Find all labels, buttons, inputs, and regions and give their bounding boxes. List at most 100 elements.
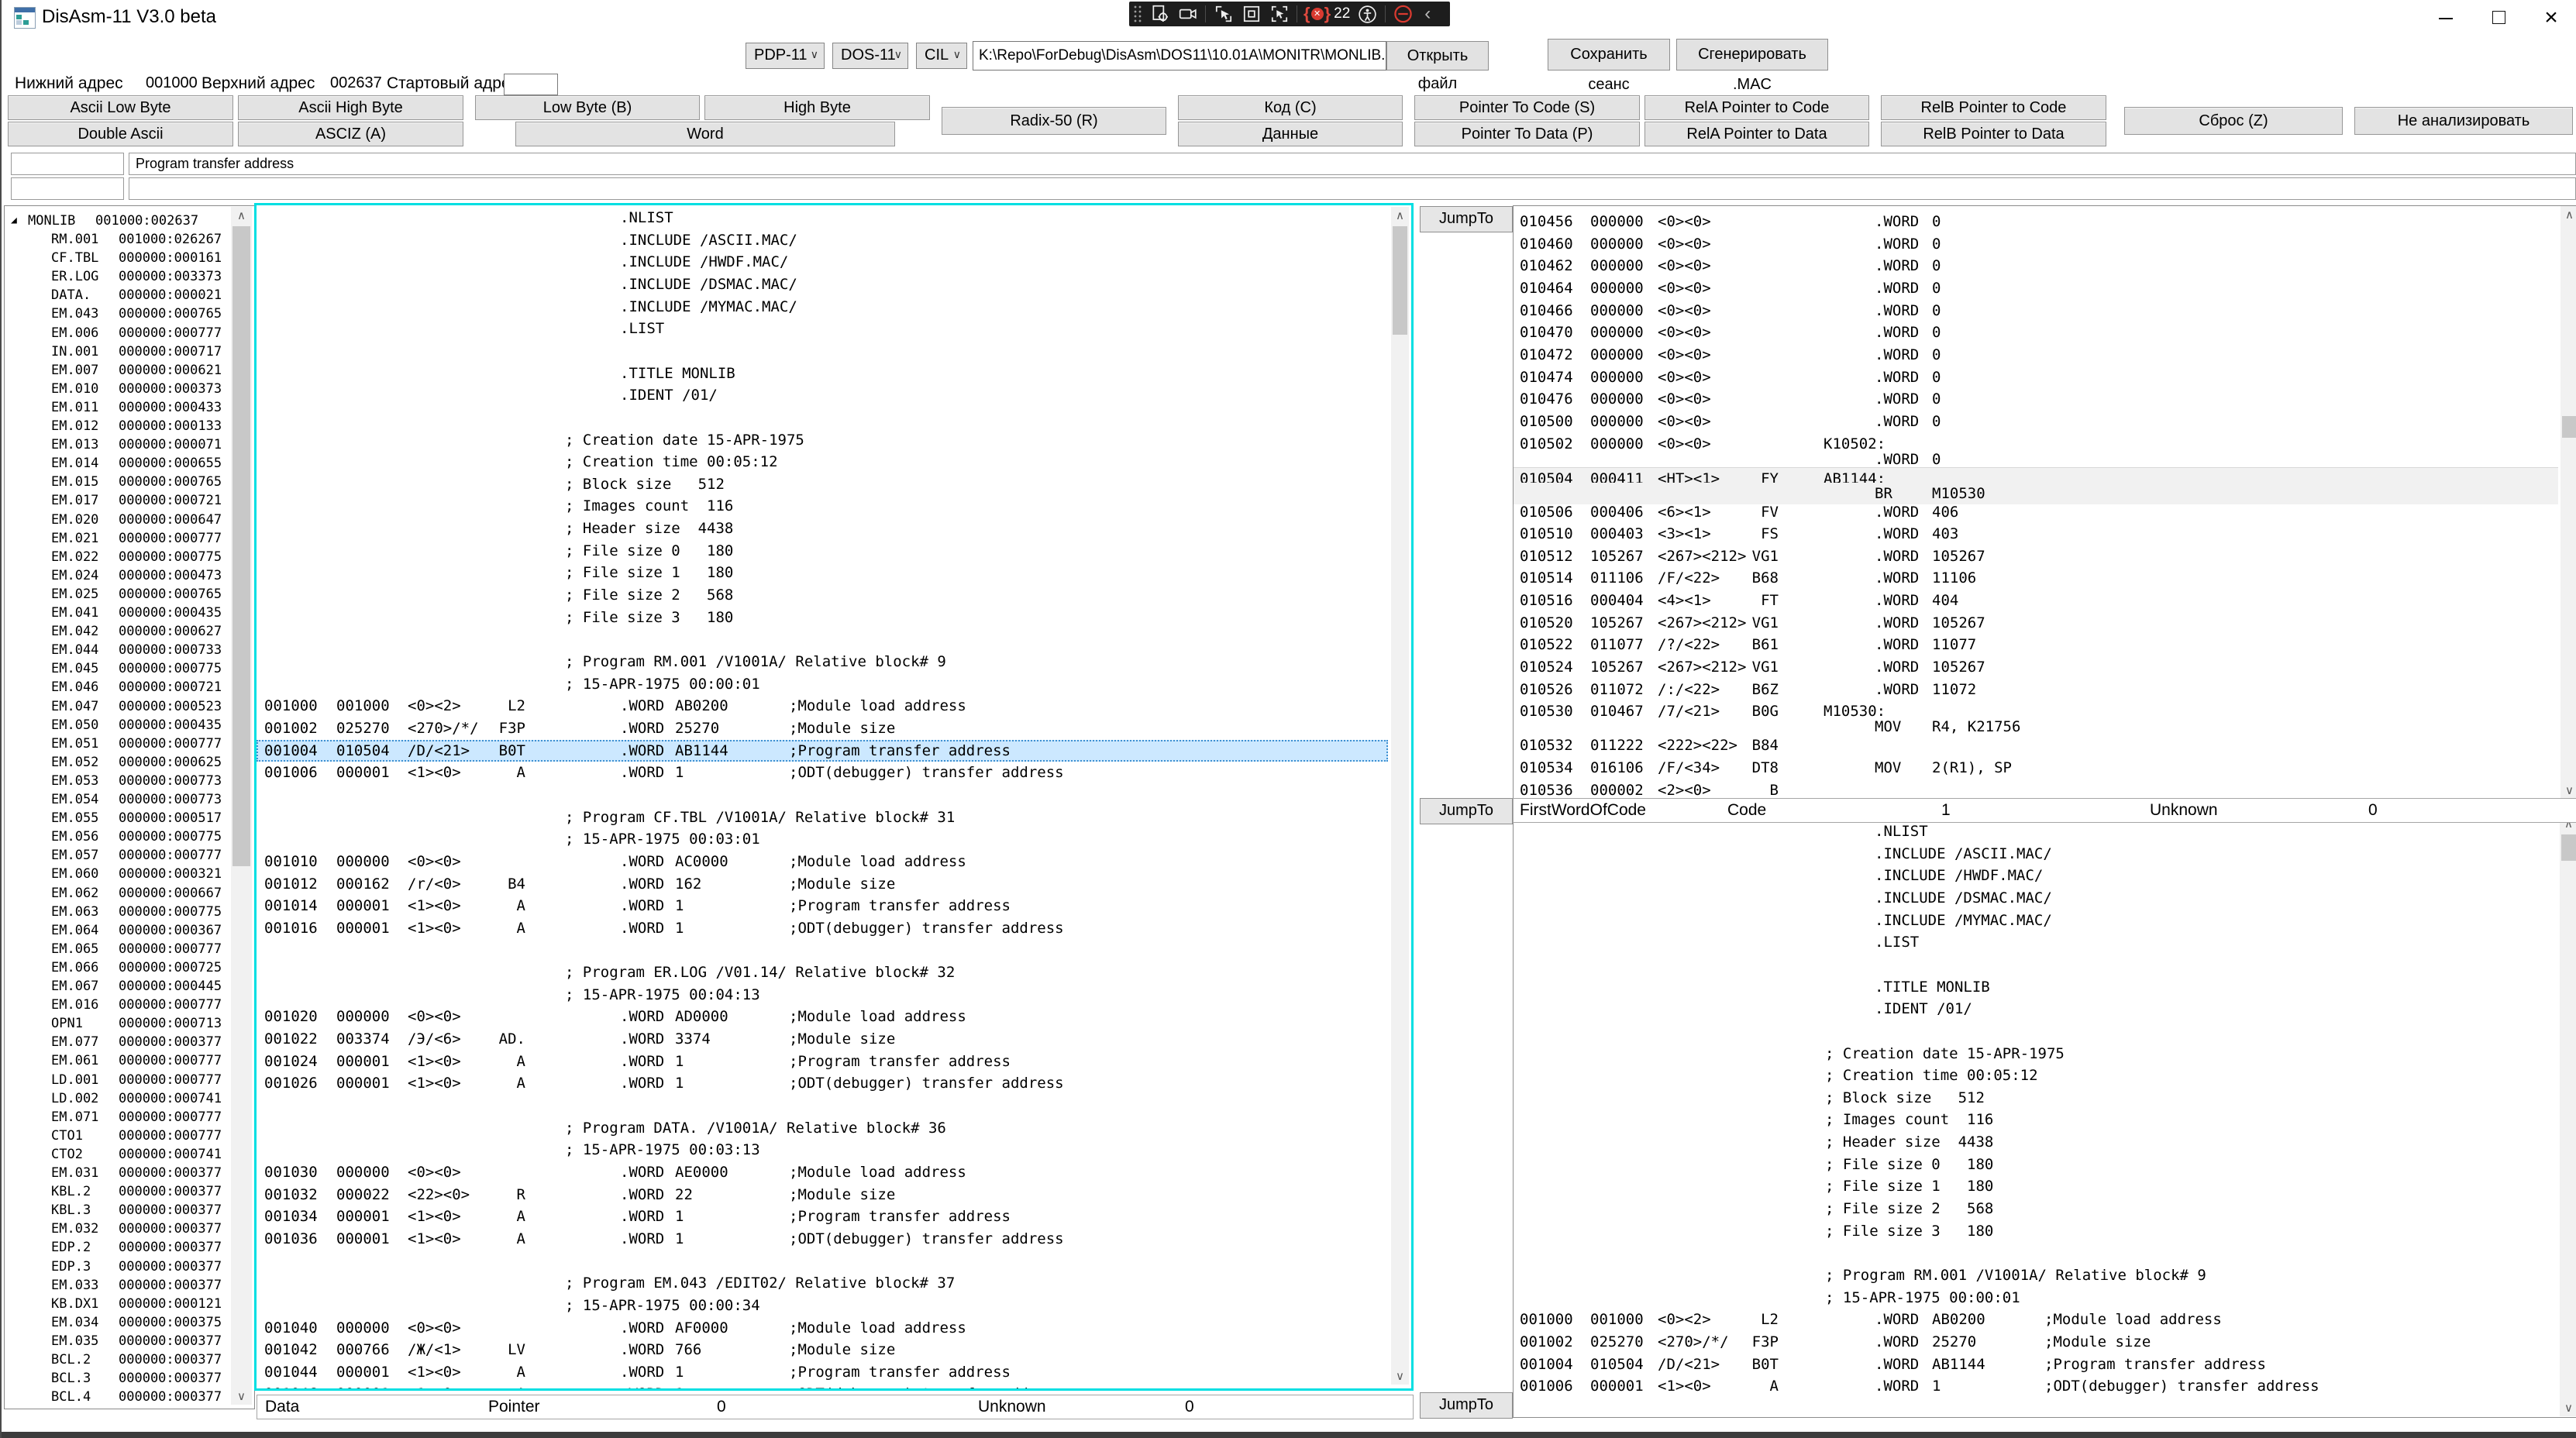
tree-item[interactable]: EM.065000000:000777 [5,940,254,958]
listing-line[interactable] [257,784,1388,806]
listing-line[interactable] [257,407,1388,428]
listing-line[interactable]: .INCLUDE /HWDF.MAC/ [1514,865,2558,886]
tree-item[interactable]: EM.034000000:000375 [5,1313,254,1332]
tree-item[interactable]: OPN1000000:000713 [5,1014,254,1033]
collapse-toolbar-icon[interactable]: ‹ [1424,3,1431,25]
listing-line[interactable]: 001010000000<0><0>.WORDAC0000;Module loa… [257,851,1388,872]
data-button[interactable]: Данные [1178,122,1403,146]
listing-line[interactable]: ; Program RM.001 /V1001A/ Relative block… [257,651,1388,673]
listing-line[interactable]: 010534016106/F/<34>DT8MOV2(R1), SP [1514,757,2558,779]
tree-item[interactable]: BCL.5000000:000377 [5,1406,254,1409]
tree-item[interactable]: EM.020000000:000647 [5,511,254,529]
window-select-icon[interactable] [1241,4,1262,24]
tree-item[interactable]: EM.057000000:000777 [5,846,254,865]
tree-item[interactable]: EM.053000000:000773 [5,772,254,790]
tree-item[interactable]: EM.016000000:000777 [5,996,254,1014]
scroll-up-icon[interactable]: ∧ [2561,208,2576,222]
low-byte-button[interactable]: Low Byte (B) [475,95,700,120]
listing-line[interactable]: ; File size 2 568 [1514,1198,2558,1220]
listing-line[interactable]: ; 15-APR-1975 00:04:13 [257,984,1388,1006]
tree-item[interactable]: CF.TBL000000:000161 [5,249,254,267]
listing-line[interactable]: 010456000000<0><0>.WORD0 [1514,211,2558,232]
jump-to-button-bottom[interactable]: JumpTo [1420,1392,1513,1419]
scroll-down-icon[interactable]: ∨ [2561,783,2576,797]
tree-root[interactable]: ◢ MONLIB 001000:002637 [5,212,254,230]
tree-item[interactable]: EM.024000000:000473 [5,566,254,585]
tree-item[interactable]: EM.021000000:000777 [5,529,254,548]
center-scrollbar[interactable]: ∧ ∨ [1391,207,1409,1385]
listing-line[interactable]: 001032000022<22><0>R.WORD22;Module size [257,1184,1388,1206]
rela-pointer-to-code-button[interactable]: RelA Pointer to Code [1644,95,1869,120]
listing-line[interactable]: .INCLUDE /MYMAC.MAC/ [257,296,1388,318]
tree-item[interactable]: KBL.3000000:000377 [5,1201,254,1220]
screen-select-icon[interactable] [1269,4,1290,24]
tree-item[interactable]: EM.061000000:000777 [5,1051,254,1070]
start-address-input[interactable] [504,74,558,95]
listing-line[interactable]: .INCLUDE /HWDF.MAC/ [257,251,1388,273]
comment-field[interactable]: Program transfer address [129,153,2576,175]
tree-item[interactable]: BCL.2000000:000377 [5,1350,254,1369]
listing-line[interactable]: ; File size 1 180 [1514,1175,2558,1197]
listing-line[interactable]: 010536000002<2><0>B [1514,779,2558,799]
listing-line[interactable]: .INCLUDE /DSMAC.MAC/ [1514,887,2558,909]
asciz-button[interactable]: ASCIZ (A) [238,122,463,146]
radix50-button[interactable]: Radix-50 (R) [942,107,1166,135]
tree-item[interactable]: CTO2000000:000741 [5,1145,254,1164]
listing-line[interactable]: 001000001000<0><2>L2.WORDAB0200;Module l… [257,695,1388,717]
listing-line[interactable]: .INCLUDE /ASCII.MAC/ [1514,843,2558,865]
listing-line[interactable]: ; Block size 512 [257,473,1388,495]
tree-item[interactable]: EM.047000000:000523 [5,697,254,716]
word-button[interactable]: Word [515,122,895,146]
tree-item[interactable]: EM.017000000:000721 [5,491,254,510]
os-select[interactable]: DOS-11 ∨ [832,43,908,69]
tree-item[interactable]: RM.001001000:026267 [5,230,254,249]
listing-line[interactable]: .NLIST [1514,820,2558,842]
listing-line[interactable]: 001044000001<1><0>A.WORD1;Program transf… [257,1361,1388,1383]
listing-line[interactable]: ; 15-APR-1975 00:00:01 [257,673,1388,695]
listing-line[interactable] [1514,954,2558,975]
tree-item[interactable]: KB.DX1000000:000121 [5,1295,254,1313]
listing-line[interactable]: 010500000000<0><0>.WORD0 [1514,411,2558,432]
listing-line[interactable]: 001002025270<270>/*/F3P.WORD25270;Module… [1514,1331,2558,1353]
listing-line[interactable]: 001034000001<1><0>A.WORD1;Program transf… [257,1206,1388,1227]
listing-line[interactable]: ; File size 3 180 [1514,1220,2558,1242]
listing-line[interactable]: 010524105267<267><212>VG1.WORD105267 [1514,656,2558,678]
tree-item[interactable]: BCL.3000000:000377 [5,1369,254,1388]
tree-item[interactable]: EDP.3000000:000377 [5,1257,254,1276]
listing-line[interactable]: ; File size 2 568 [257,584,1388,606]
listing-line[interactable]: 001016000001<1><0>A.WORD1;ODT(debugger) … [257,917,1388,939]
tree-item[interactable]: EM.044000000:000733 [5,641,254,659]
code-button[interactable]: Код (C) [1178,95,1403,120]
tree-item[interactable]: IN.001000000:000717 [5,342,254,361]
listing-line[interactable]: ; File size 0 180 [257,540,1388,562]
listing-line[interactable]: 001020000000<0><0>.WORDAD0000;Module loa… [257,1006,1388,1027]
record-video-icon[interactable] [1177,4,1198,24]
listing-line[interactable]: 001042000766/Ж/<1>LV.WORD766;Module size [257,1339,1388,1361]
listing-line[interactable] [257,939,1388,961]
listing-line[interactable]: ; Program CF.TBL /V1001A/ Relative block… [257,807,1388,828]
listing-line[interactable]: 001014000001<1><0>A.WORD1;Program transf… [257,895,1388,917]
file-path-input[interactable]: K:\Repo\ForDebug\DisAsm\DOS11\10.01A\MON… [973,41,1386,71]
error-badge[interactable]: { ✕ } 22 [1303,4,1350,24]
tree-item[interactable]: EM.046000000:000721 [5,678,254,697]
listing-line[interactable]: 010476000000<0><0>.WORD0 [1514,388,2558,410]
format-select[interactable]: CIL ∨ [916,43,967,69]
listing-line[interactable]: 010466000000<0><0>.WORD0 [1514,300,2558,322]
listing-line[interactable]: .IDENT /01/ [257,384,1388,406]
listing-line[interactable]: 010472000000<0><0>.WORD0 [1514,344,2558,366]
listing-line[interactable]: 010532011222<222><22>B84 [1514,734,2558,756]
accessibility-icon[interactable] [1357,4,1378,24]
listing-line[interactable]: 001030000000<0><0>.WORDAE0000;Module loa… [257,1161,1388,1183]
tree-item[interactable]: EM.010000000:000373 [5,380,254,398]
listing-line[interactable]: 001036000001<1><0>A.WORD1;ODT(debugger) … [257,1228,1388,1250]
tree-item[interactable]: EM.012000000:000133 [5,417,254,435]
tree-item[interactable]: EM.041000000:000435 [5,604,254,622]
tree-item[interactable]: EM.052000000:000625 [5,753,254,772]
tree-item[interactable]: EM.042000000:000627 [5,622,254,641]
listing-line[interactable]: 010464000000<0><0>.WORD0 [1514,277,2558,299]
listing-line[interactable]: ; Creation date 15-APR-1975 [1514,1043,2558,1065]
tree-scrollbar[interactable]: ∧ ∨ [231,207,252,1405]
tree-item[interactable]: EM.013000000:000071 [5,435,254,454]
scroll-down-icon[interactable]: ∨ [1391,1369,1409,1383]
listing-line[interactable]: 001024000001<1><0>A.WORD1;Program transf… [257,1051,1388,1072]
